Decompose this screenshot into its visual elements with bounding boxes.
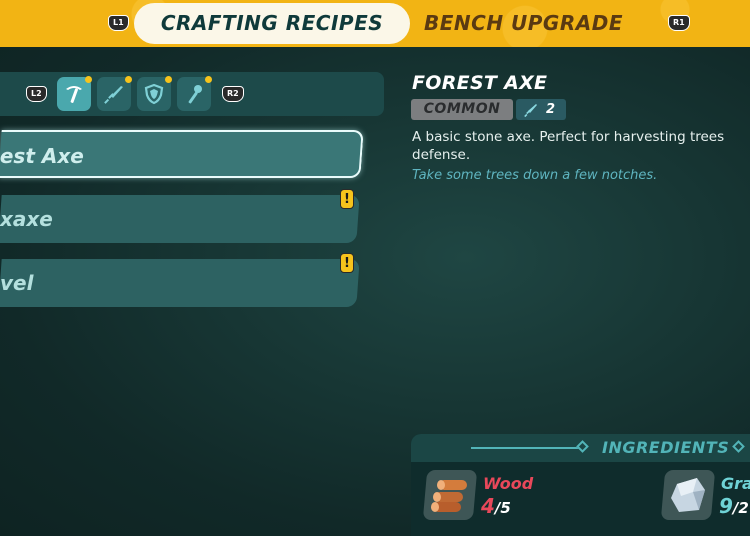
- ingredient-name-text: Wood: [483, 474, 534, 493]
- rarity-badge: COMMON: [411, 99, 513, 120]
- r1-button-hint[interactable]: R1: [668, 15, 690, 31]
- ingredient-wood-tile: [422, 470, 478, 520]
- ingredient-count: 9/2: [719, 494, 749, 518]
- tab-bench-upgrade[interactable]: BENCH UPGRADE: [424, 3, 649, 44]
- ingredient-need: 2: [738, 499, 749, 517]
- r2-button-hint[interactable]: R2: [222, 86, 244, 102]
- top-tab-bar: L1 CRAFTING RECIPES BENCH UPGRADE R1: [0, 0, 750, 47]
- sword-icon: [524, 103, 537, 117]
- recipe-pickaxe[interactable]: xaxe: [0, 195, 360, 243]
- description-line: A basic stone axe. Perfect for harvestin…: [412, 129, 725, 145]
- new-recipe-alert-icon: !: [340, 189, 354, 209]
- item-title: FOREST AXE: [412, 72, 548, 94]
- category-sword[interactable]: [97, 76, 132, 111]
- recipe-label: xaxe: [0, 207, 53, 231]
- ingredient-granite-tile: [660, 470, 716, 520]
- ingredient-name: Wood: [483, 474, 533, 493]
- torch-icon: [188, 85, 202, 104]
- new-recipe-alert-icon: !: [340, 253, 354, 273]
- power-badge: 2: [516, 99, 566, 120]
- l2-button-hint[interactable]: L2: [26, 86, 47, 102]
- wood-logs-icon: [431, 480, 467, 512]
- ingredient-count: 4/5: [481, 494, 511, 518]
- ingredient-have: 9: [719, 494, 733, 518]
- divider: [471, 447, 583, 449]
- ingredient-need: 5: [500, 499, 511, 517]
- sword-icon: [104, 86, 123, 104]
- ingredient-name-text: Gra: [721, 474, 750, 493]
- description-line: defense.: [412, 147, 471, 163]
- category-pickaxe[interactable]: [57, 76, 92, 111]
- recipe-label: est Axe: [0, 144, 84, 168]
- item-description: A basic stone axe. Perfect for harvestin…: [412, 128, 750, 164]
- power-value: 2: [546, 102, 556, 117]
- l1-button-hint[interactable]: L1: [108, 15, 129, 31]
- tab-crafting-recipes[interactable]: CRAFTING RECIPES: [134, 3, 410, 44]
- recipe-label: vel: [0, 271, 34, 295]
- category-torch[interactable]: [177, 76, 212, 111]
- alert-dot: [125, 76, 132, 83]
- pickaxe-icon: [66, 86, 82, 103]
- item-flavor-text: Take some trees down a few notches.: [412, 168, 658, 183]
- granite-icon: [671, 478, 705, 512]
- ingredients-title: INGREDIENTS: [602, 438, 730, 457]
- diamond-ornament-icon: [732, 440, 745, 453]
- category-filter-bar: L2 R2: [0, 72, 384, 116]
- recipe-shovel[interactable]: vel: [0, 259, 360, 307]
- ingredient-have: 4: [481, 494, 495, 518]
- category-shield[interactable]: [137, 76, 172, 111]
- alert-dot: [165, 76, 172, 83]
- alert-dot: [205, 76, 212, 83]
- ingredient-name: Gra: [721, 474, 750, 493]
- recipe-forest-axe[interactable]: est Axe: [0, 130, 364, 178]
- diamond-ornament-icon: [576, 440, 589, 453]
- shield-icon: [144, 83, 164, 105]
- alert-dot: [85, 76, 92, 83]
